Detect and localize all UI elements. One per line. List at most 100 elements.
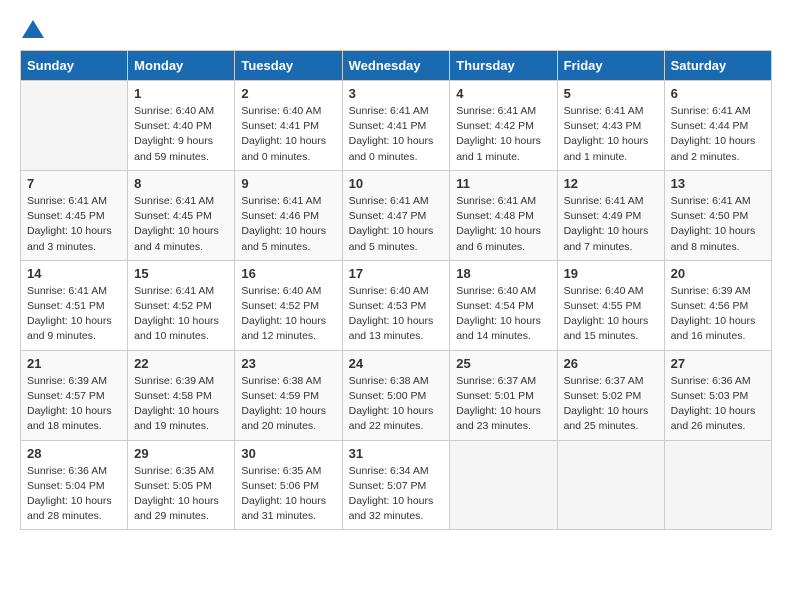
day-number: 20 [671, 266, 765, 281]
day-info: Sunrise: 6:39 AMSunset: 4:56 PMDaylight:… [671, 284, 765, 345]
calendar-day-cell: 8Sunrise: 6:41 AMSunset: 4:45 PMDaylight… [128, 170, 235, 260]
calendar-week-row: 1 Sunrise: 6:40 AMSunset: 4:40 PMDaylight… [21, 81, 772, 171]
calendar-day-cell: 25 Sunrise: 6:37 AMSunset: 5:01 PMDayligh… [450, 350, 557, 440]
calendar-day-cell: 30Sunrise: 6:35 AMSunset: 5:06 PMDayligh… [235, 440, 342, 530]
calendar-day-cell: 4Sunrise: 6:41 AMSunset: 4:42 PMDaylight… [450, 81, 557, 171]
day-number: 4 [456, 86, 550, 101]
day-number: 19 [564, 266, 658, 281]
day-number: 14 [27, 266, 121, 281]
day-info: Sunrise: 6:34 AMSunset: 5:07 PMDaylight:… [349, 464, 444, 525]
day-number: 15 [134, 266, 228, 281]
calendar-day-cell [21, 81, 128, 171]
day-info: Sunrise: 6:41 AMSunset: 4:45 PMDaylight:… [134, 194, 228, 255]
calendar-day-cell: 12 Sunrise: 6:41 AMSunset: 4:49 PMDayligh… [557, 170, 664, 260]
day-of-week-header: Saturday [664, 51, 771, 81]
day-number: 6 [671, 86, 765, 101]
day-info: Sunrise: 6:41 AMSunset: 4:43 PMDaylight:… [564, 104, 658, 165]
calendar-day-cell [450, 440, 557, 530]
day-info: Sunrise: 6:41 AMSunset: 4:44 PMDaylight:… [671, 104, 765, 165]
calendar-day-cell: 14 Sunrise: 6:41 AMSunset: 4:51 PMDayligh… [21, 260, 128, 350]
day-info: Sunrise: 6:41 AMSunset: 4:47 PMDaylight:… [349, 194, 444, 255]
day-number: 28 [27, 446, 121, 461]
day-number: 23 [241, 356, 335, 371]
day-number: 31 [349, 446, 444, 461]
day-number: 16 [241, 266, 335, 281]
day-info: Sunrise: 6:39 AMSunset: 4:57 PMDaylight:… [27, 374, 121, 435]
day-info: Sunrise: 6:39 AMSunset: 4:58 PMDaylight:… [134, 374, 228, 435]
day-of-week-header: Thursday [450, 51, 557, 81]
day-of-week-header: Monday [128, 51, 235, 81]
day-info: Sunrise: 6:36 AMSunset: 5:03 PMDaylight:… [671, 374, 765, 435]
day-number: 7 [27, 176, 121, 191]
day-number: 22 [134, 356, 228, 371]
day-info: Sunrise: 6:41 AMSunset: 4:49 PMDaylight:… [564, 194, 658, 255]
day-info: Sunrise: 6:40 AMSunset: 4:52 PMDaylight:… [241, 284, 335, 345]
calendar-day-cell: 20 Sunrise: 6:39 AMSunset: 4:56 PMDayligh… [664, 260, 771, 350]
calendar-day-cell: 18 Sunrise: 6:40 AMSunset: 4:54 PMDayligh… [450, 260, 557, 350]
calendar-day-cell: 6 Sunrise: 6:41 AMSunset: 4:44 PMDaylight… [664, 81, 771, 171]
calendar-day-cell [557, 440, 664, 530]
calendar-day-cell: 16 Sunrise: 6:40 AMSunset: 4:52 PMDayligh… [235, 260, 342, 350]
day-number: 26 [564, 356, 658, 371]
calendar-week-row: 7 Sunrise: 6:41 AMSunset: 4:45 PMDaylight… [21, 170, 772, 260]
calendar-day-cell: 29 Sunrise: 6:35 AMSunset: 5:05 PMDayligh… [128, 440, 235, 530]
day-of-week-header: Sunday [21, 51, 128, 81]
day-of-week-header: Tuesday [235, 51, 342, 81]
logo [20, 20, 46, 34]
day-info: Sunrise: 6:41 AMSunset: 4:41 PMDaylight:… [349, 104, 444, 165]
day-of-week-header: Wednesday [342, 51, 450, 81]
day-info: Sunrise: 6:41 AMSunset: 4:51 PMDaylight:… [27, 284, 121, 345]
calendar-day-cell: 5 Sunrise: 6:41 AMSunset: 4:43 PMDaylight… [557, 81, 664, 171]
day-info: Sunrise: 6:40 AMSunset: 4:53 PMDaylight:… [349, 284, 444, 345]
day-info: Sunrise: 6:36 AMSunset: 5:04 PMDaylight:… [27, 464, 121, 525]
calendar-day-cell: 3 Sunrise: 6:41 AMSunset: 4:41 PMDaylight… [342, 81, 450, 171]
calendar-day-cell: 26 Sunrise: 6:37 AMSunset: 5:02 PMDayligh… [557, 350, 664, 440]
calendar-day-cell: 24 Sunrise: 6:38 AMSunset: 5:00 PMDayligh… [342, 350, 450, 440]
day-number: 21 [27, 356, 121, 371]
calendar-week-row: 21 Sunrise: 6:39 AMSunset: 4:57 PMDayligh… [21, 350, 772, 440]
calendar-day-cell: 1 Sunrise: 6:40 AMSunset: 4:40 PMDaylight… [128, 81, 235, 171]
day-number: 1 [134, 86, 228, 101]
page-header [20, 20, 772, 34]
calendar-day-cell: 27 Sunrise: 6:36 AMSunset: 5:03 PMDayligh… [664, 350, 771, 440]
day-info: Sunrise: 6:41 AMSunset: 4:50 PMDaylight:… [671, 194, 765, 255]
day-number: 24 [349, 356, 444, 371]
day-number: 30 [241, 446, 335, 461]
day-info: Sunrise: 6:37 AMSunset: 5:02 PMDaylight:… [564, 374, 658, 435]
calendar-day-cell: 9Sunrise: 6:41 AMSunset: 4:46 PMDaylight… [235, 170, 342, 260]
calendar-day-cell: 21 Sunrise: 6:39 AMSunset: 4:57 PMDayligh… [21, 350, 128, 440]
calendar-day-cell: 19 Sunrise: 6:40 AMSunset: 4:55 PMDayligh… [557, 260, 664, 350]
day-info: Sunrise: 6:40 AMSunset: 4:55 PMDaylight:… [564, 284, 658, 345]
day-number: 10 [349, 176, 444, 191]
calendar-day-cell: 28 Sunrise: 6:36 AMSunset: 5:04 PMDayligh… [21, 440, 128, 530]
day-number: 12 [564, 176, 658, 191]
logo-icon [22, 20, 44, 38]
calendar-day-cell: 15Sunrise: 6:41 AMSunset: 4:52 PMDayligh… [128, 260, 235, 350]
calendar-day-cell: 11Sunrise: 6:41 AMSunset: 4:48 PMDayligh… [450, 170, 557, 260]
day-number: 18 [456, 266, 550, 281]
calendar-day-cell: 17Sunrise: 6:40 AMSunset: 4:53 PMDayligh… [342, 260, 450, 350]
calendar-day-cell: 31 Sunrise: 6:34 AMSunset: 5:07 PMDayligh… [342, 440, 450, 530]
calendar-day-cell: 2Sunrise: 6:40 AMSunset: 4:41 PMDaylight… [235, 81, 342, 171]
day-info: Sunrise: 6:40 AMSunset: 4:40 PMDaylight:… [134, 104, 228, 165]
calendar-day-cell: 13 Sunrise: 6:41 AMSunset: 4:50 PMDayligh… [664, 170, 771, 260]
day-info: Sunrise: 6:41 AMSunset: 4:45 PMDaylight:… [27, 194, 121, 255]
day-of-week-header: Friday [557, 51, 664, 81]
day-number: 25 [456, 356, 550, 371]
calendar-day-cell [664, 440, 771, 530]
day-number: 13 [671, 176, 765, 191]
day-number: 9 [241, 176, 335, 191]
day-number: 5 [564, 86, 658, 101]
day-info: Sunrise: 6:38 AMSunset: 5:00 PMDaylight:… [349, 374, 444, 435]
day-number: 11 [456, 176, 550, 191]
calendar-day-cell: 10 Sunrise: 6:41 AMSunset: 4:47 PMDayligh… [342, 170, 450, 260]
day-number: 27 [671, 356, 765, 371]
calendar-day-cell: 23Sunrise: 6:38 AMSunset: 4:59 PMDayligh… [235, 350, 342, 440]
day-info: Sunrise: 6:40 AMSunset: 4:54 PMDaylight:… [456, 284, 550, 345]
day-info: Sunrise: 6:37 AMSunset: 5:01 PMDaylight:… [456, 374, 550, 435]
day-number: 29 [134, 446, 228, 461]
calendar-header-row: SundayMondayTuesdayWednesdayThursdayFrid… [21, 51, 772, 81]
day-number: 3 [349, 86, 444, 101]
calendar-week-row: 14 Sunrise: 6:41 AMSunset: 4:51 PMDayligh… [21, 260, 772, 350]
day-info: Sunrise: 6:35 AMSunset: 5:05 PMDaylight:… [134, 464, 228, 525]
